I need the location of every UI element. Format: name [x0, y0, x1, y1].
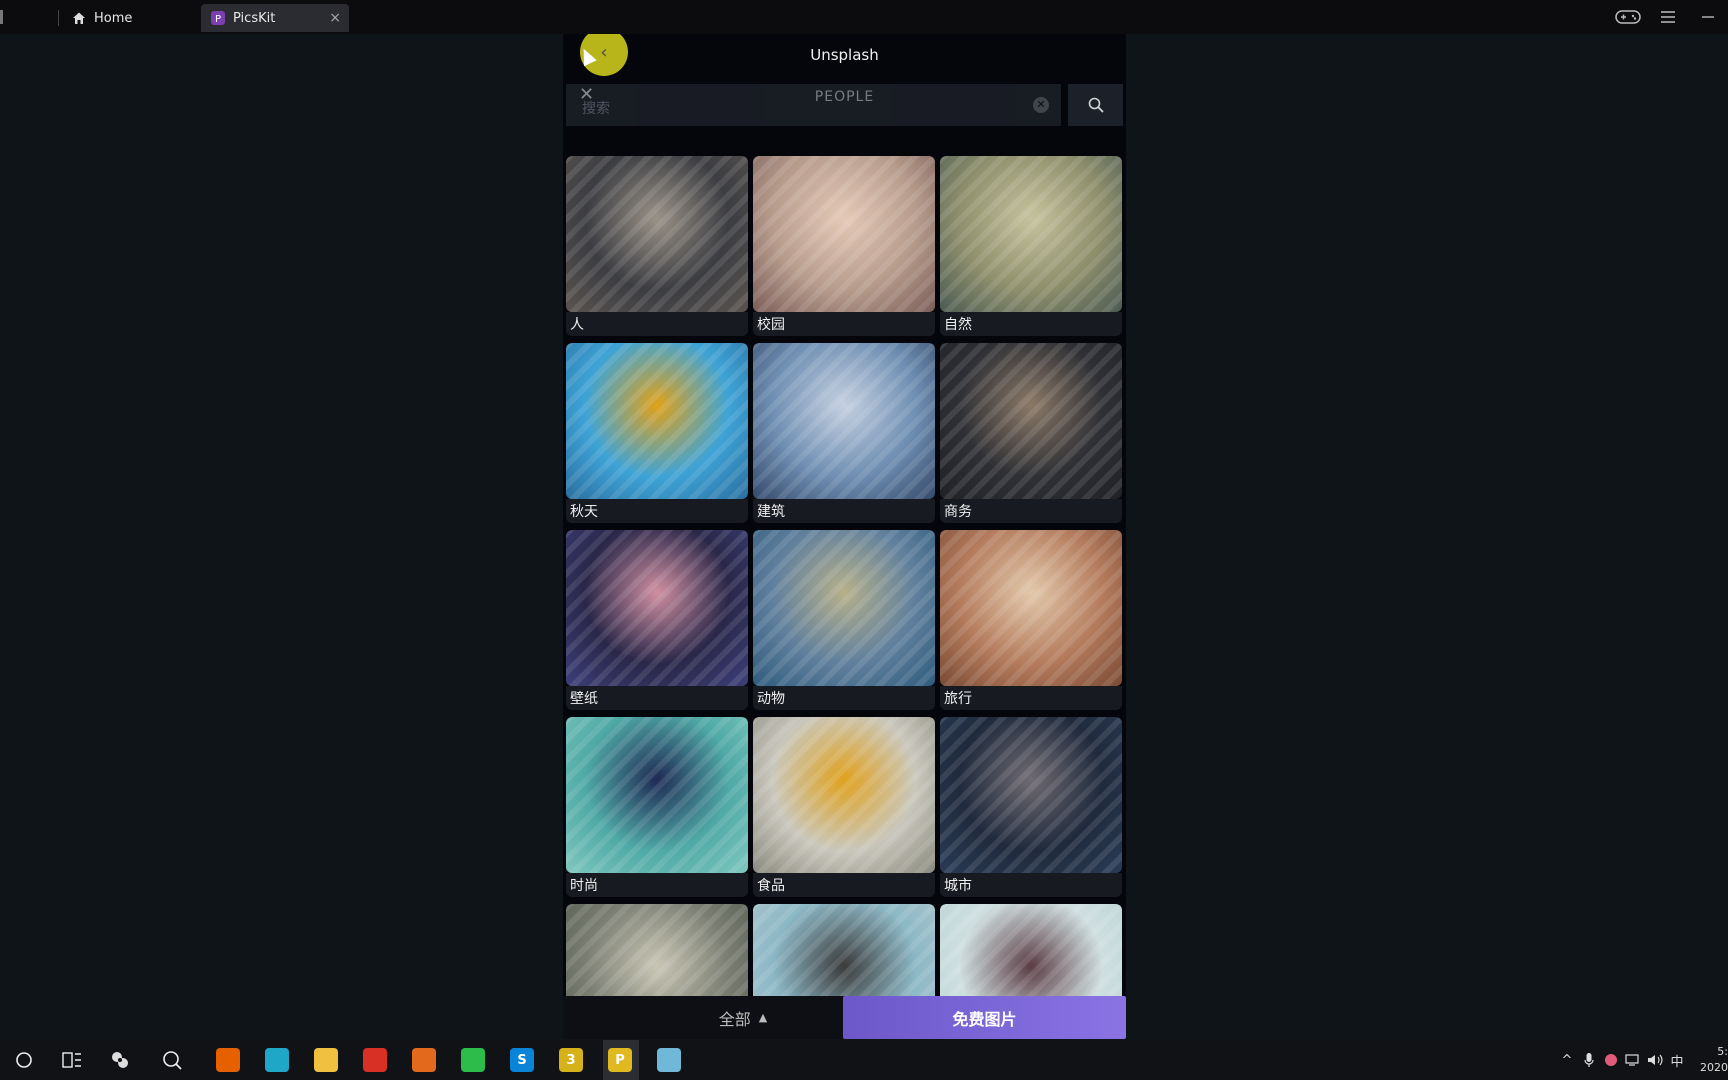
picskit-icon[interactable]: P	[608, 1048, 632, 1072]
category-card[interactable]: 建筑	[753, 343, 935, 523]
transition-overlay	[566, 343, 748, 499]
browser-tab-bar: Home P PicsKit ×	[0, 0, 1728, 34]
search-input[interactable]: ✕ PEOPLE 搜索 ✕	[566, 84, 1061, 126]
transition-overlay	[753, 717, 935, 873]
tab-home-label: Home	[94, 10, 133, 26]
tab-separator	[58, 10, 59, 26]
category-label: 时尚	[570, 878, 598, 894]
category-label: 人	[570, 317, 584, 333]
transition-overlay	[940, 343, 1122, 499]
app-fox-icon[interactable]	[412, 1048, 436, 1072]
taskbar: S 3 P ^ 中 5: 2020	[0, 1040, 1728, 1080]
ime-indicator[interactable]: 中	[1666, 1051, 1688, 1070]
category-label-bar	[566, 312, 748, 336]
category-label: 商务	[944, 504, 972, 520]
category-card[interactable]: 动物	[753, 530, 935, 710]
transition-overlay	[940, 156, 1122, 312]
app-3-glyph: 3	[566, 1052, 576, 1068]
category-card[interactable]: 时尚	[566, 717, 748, 897]
search-placeholder: 搜索	[582, 101, 610, 117]
clock-date: 2020	[1700, 1061, 1728, 1074]
free-images-button[interactable]: 免费图片	[843, 996, 1126, 1039]
category-card[interactable]: 商务	[940, 343, 1122, 523]
microphone-icon[interactable]	[1578, 1052, 1600, 1068]
svg-text:P: P	[215, 14, 221, 25]
app-doc-icon[interactable]	[657, 1048, 681, 1072]
clear-search-icon[interactable]: ✕	[1033, 97, 1049, 113]
wechat-icon[interactable]	[461, 1048, 485, 1072]
panel-title: Unsplash	[810, 46, 879, 64]
unsplash-panel: Unsplash ‹ ✕ PEOPLE 搜索 ✕ 人 校园 自然秋天 建筑 商务壁纸 动物…	[563, 34, 1126, 1039]
task-view-icon[interactable]	[60, 1048, 84, 1072]
all-filter-label: 全部	[718, 1009, 751, 1029]
category-card[interactable]: 人	[566, 156, 748, 336]
tab-close-icon[interactable]: ×	[329, 10, 341, 26]
category-card[interactable]: 壁纸	[566, 530, 748, 710]
category-card[interactable]: 食品	[753, 717, 935, 897]
chevron-left-icon: ‹	[600, 41, 608, 63]
transition-overlay	[940, 717, 1122, 873]
picskit-glyph: P	[615, 1052, 625, 1068]
file-explorer-icon[interactable]	[314, 1048, 338, 1072]
skype-icon[interactable]: S	[510, 1048, 534, 1072]
edge-icon[interactable]	[265, 1048, 289, 1072]
menu-icon[interactable]	[1648, 10, 1688, 24]
category-card[interactable]: 自然	[940, 156, 1122, 336]
search-row: ✕ PEOPLE 搜索 ✕	[566, 84, 1123, 126]
category-label: 动物	[757, 691, 785, 707]
transition-overlay	[940, 530, 1122, 686]
chrome-icon[interactable]	[363, 1048, 387, 1072]
transition-overlay	[566, 530, 748, 686]
gamepad-icon[interactable]	[1608, 9, 1648, 25]
transition-overlay	[753, 343, 935, 499]
all-filter-button[interactable]: 全部 ▲	[663, 996, 823, 1039]
system-clock[interactable]: 5: 2020	[1698, 1044, 1728, 1076]
tab-home[interactable]: Home	[62, 4, 198, 32]
category-card[interactable]: 秋天	[566, 343, 748, 523]
app-3-icon[interactable]: 3	[559, 1048, 583, 1072]
bottom-bar: 全部 ▲ 免费图片	[563, 996, 1126, 1039]
minimize-icon[interactable]	[1688, 10, 1728, 24]
skype-glyph: S	[517, 1052, 527, 1068]
firefox-icon[interactable]	[216, 1048, 240, 1072]
chevron-up-tray-icon[interactable]: ^	[1556, 1053, 1578, 1068]
volume-icon[interactable]	[1644, 1053, 1666, 1067]
transition-overlay	[566, 156, 748, 312]
category-card[interactable]: 旅行	[940, 530, 1122, 710]
tab-picskit[interactable]: P PicsKit ×	[201, 4, 349, 32]
transition-overlay	[753, 530, 935, 686]
category-label: 秋天	[570, 504, 598, 520]
tray-app-icon[interactable]	[1600, 1053, 1622, 1067]
window-controls	[1608, 0, 1728, 34]
transition-overlay	[753, 156, 935, 312]
search-button[interactable]	[1068, 84, 1123, 126]
app-launcher-icon[interactable]	[108, 1048, 132, 1072]
category-label: 建筑	[757, 504, 785, 520]
panel-header: Unsplash ‹	[563, 34, 1126, 76]
category-card[interactable]: 城市	[940, 717, 1122, 897]
free-images-label: 免费图片	[952, 1009, 1017, 1029]
start-circle-icon[interactable]	[12, 1048, 36, 1072]
search-task-icon[interactable]	[160, 1048, 184, 1072]
tab-picskit-label: PicsKit	[233, 10, 276, 26]
category-label: 城市	[944, 878, 972, 894]
category-label: 自然	[944, 317, 972, 333]
network-icon[interactable]	[1622, 1053, 1644, 1067]
category-label: 食品	[757, 878, 785, 894]
search-icon	[1088, 97, 1104, 113]
category-label: 校园	[757, 317, 785, 333]
category-label: 旅行	[944, 691, 972, 707]
category-card[interactable]: 校园	[753, 156, 935, 336]
home-icon	[72, 11, 86, 25]
category-label: 壁纸	[570, 691, 598, 707]
transition-overlay	[566, 717, 748, 873]
tab-scroll-indicator	[0, 10, 3, 24]
chevron-up-icon: ▲	[758, 1011, 768, 1024]
clock-time: 5:	[1717, 1045, 1728, 1058]
system-tray: ^ 中	[1556, 1040, 1688, 1080]
picskit-logo-icon: P	[211, 11, 225, 25]
